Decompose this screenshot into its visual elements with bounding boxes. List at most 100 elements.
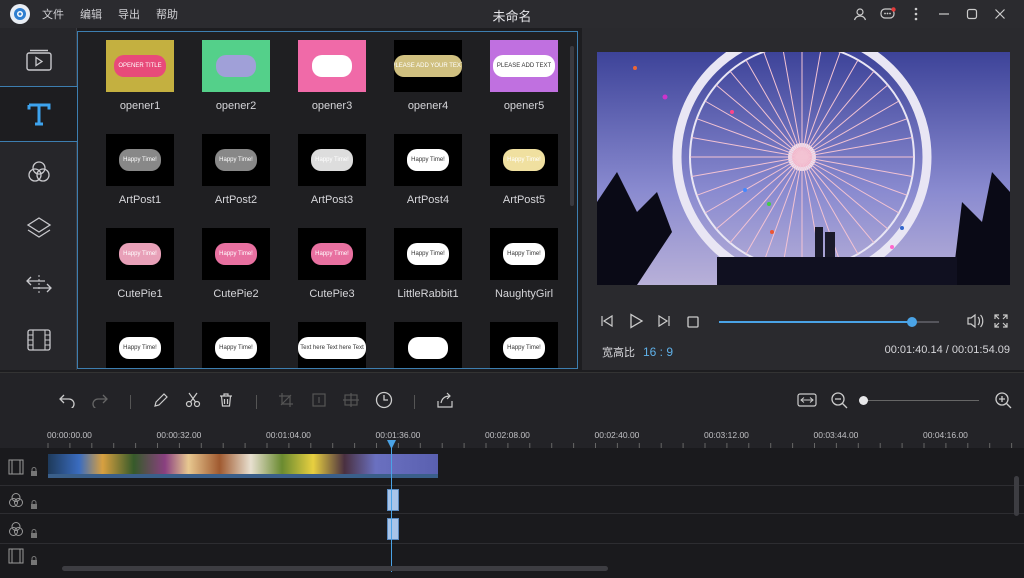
timeline-scrollbar[interactable] <box>62 566 608 571</box>
ruler-tick-label: 00:01:04.00 <box>266 430 311 440</box>
element-track <box>0 544 1024 568</box>
delete-icon[interactable] <box>215 389 237 411</box>
nav-text[interactable] <box>0 86 77 142</box>
template-thumbnail: PLEASE ADD TEXT <box>490 40 558 92</box>
template-item[interactable]: Happy Time! CutePie3 <box>284 228 380 310</box>
template-thumbnail: PLEASE ADD YOUR TEXT <box>394 40 462 92</box>
transitions-icon <box>25 275 52 293</box>
freeze-icon <box>308 389 330 411</box>
template-badge: Happy Time! <box>215 243 257 265</box>
template-badge: Happy Time! <box>119 337 161 359</box>
playhead[interactable] <box>391 440 392 572</box>
stop-icon[interactable] <box>687 315 699 333</box>
template-item[interactable]: Happy Time! <box>188 322 284 368</box>
text-track-1 <box>0 486 1024 514</box>
redo-icon[interactable] <box>89 389 111 411</box>
template-item[interactable]: opener2 <box>188 40 284 122</box>
template-item[interactable]: opener3 <box>284 40 380 122</box>
template-badge: Happy Time! <box>503 243 545 265</box>
nav-transitions[interactable] <box>0 256 77 312</box>
close-icon[interactable] <box>986 4 1014 24</box>
nav-filters[interactable] <box>0 144 77 200</box>
timeline-tracks <box>0 448 1024 578</box>
lock-icon[interactable] <box>30 463 38 481</box>
app-logo-icon <box>10 4 30 24</box>
aspect-label: 宽高比 <box>602 347 635 359</box>
template-badge: PLEASE ADD TEXT <box>492 55 556 77</box>
template-item[interactable]: Happy Time! ArtPost5 <box>476 134 572 216</box>
nav-media[interactable] <box>0 32 77 88</box>
filter-clip[interactable] <box>387 518 399 540</box>
menu-file[interactable]: 文件 <box>42 6 64 22</box>
template-item[interactable]: Happy Time! ArtPost4 <box>380 134 476 216</box>
minimize-icon[interactable] <box>930 4 958 24</box>
zoom-out-icon[interactable] <box>828 389 850 411</box>
zoom-slider[interactable] <box>859 396 979 405</box>
prev-frame-icon[interactable] <box>600 314 614 333</box>
template-label: ArtPost3 <box>310 194 354 206</box>
template-thumbnail: Happy Time! <box>490 322 558 368</box>
user-icon[interactable] <box>846 4 874 24</box>
template-item[interactable]: Happy Time! ArtPost3 <box>284 134 380 216</box>
vertical-scrollbar[interactable] <box>1014 476 1019 516</box>
template-item[interactable]: Happy Time! <box>476 322 572 368</box>
zoom-knob[interactable] <box>859 396 868 405</box>
volume-icon[interactable] <box>966 313 984 334</box>
lock-icon[interactable] <box>30 525 38 543</box>
template-thumbnail: Happy Time! <box>106 134 174 186</box>
nav-overlays[interactable] <box>0 200 77 256</box>
menu-export[interactable]: 导出 <box>118 6 140 22</box>
template-item[interactable]: Happy Time! LittleRabbit1 <box>380 228 476 310</box>
template-item[interactable]: Happy Time! ArtPost2 <box>188 134 284 216</box>
cut-icon[interactable] <box>182 389 204 411</box>
more-icon[interactable] <box>902 4 930 24</box>
progress-track[interactable] <box>719 317 939 327</box>
preview-panel: 宽高比 16 : 9 00:01:40.14 / 00:01:54.09 <box>582 28 1024 370</box>
edit-icon[interactable] <box>150 389 172 411</box>
menu-help[interactable]: 帮助 <box>156 6 178 22</box>
fullscreen-icon[interactable] <box>994 314 1008 333</box>
video-clip[interactable] <box>48 454 438 478</box>
feedback-icon[interactable] <box>874 4 902 24</box>
template-item[interactable]: Happy Time! ArtPost1 <box>92 134 188 216</box>
template-item[interactable]: OPENER TITLE opener1 <box>92 40 188 122</box>
video-track-icon <box>8 459 24 474</box>
template-item[interactable]: Happy Time! NaughtyGirl <box>476 228 572 310</box>
template-label: NaughtyGirl <box>494 288 554 300</box>
library-scrollbar[interactable] <box>570 46 574 206</box>
duration-icon[interactable] <box>373 389 395 411</box>
lock-icon[interactable] <box>30 496 38 514</box>
template-item[interactable]: PLEASE ADD TEXT opener5 <box>476 40 572 122</box>
template-item[interactable]: Happy Time! <box>92 322 188 368</box>
play-icon[interactable] <box>628 313 644 334</box>
text-track-2 <box>0 514 1024 544</box>
nav-elements[interactable] <box>0 312 77 368</box>
menu-edit[interactable]: 编辑 <box>80 6 102 22</box>
lock-icon[interactable] <box>30 552 38 570</box>
template-badge: Happy Time! <box>311 149 353 171</box>
template-item[interactable]: PLEASE ADD YOUR TEXT opener4 <box>380 40 476 122</box>
next-frame-icon[interactable] <box>657 314 671 333</box>
template-item[interactable]: Text here Text here Text <box>284 322 380 368</box>
menu-bar: 文件 编辑 导出 帮助 <box>42 6 194 22</box>
left-nav <box>0 28 77 370</box>
aspect-ratio[interactable]: 宽高比 16 : 9 <box>602 344 673 360</box>
template-item[interactable] <box>380 322 476 368</box>
zoom-in-icon[interactable] <box>992 389 1014 411</box>
aspect-value: 16 : 9 <box>643 345 674 359</box>
template-item[interactable]: Happy Time! CutePie2 <box>188 228 284 310</box>
progress-knob[interactable] <box>906 317 917 327</box>
maximize-icon[interactable] <box>958 4 986 24</box>
undo-icon[interactable] <box>56 389 78 411</box>
filter-clip[interactable] <box>387 489 399 511</box>
timeline-ruler[interactable]: 00:00:00.00 00:00:32.00 00:01:04.00 00:01:3… <box>0 428 1024 448</box>
template-label: opener3 <box>311 100 353 112</box>
template-thumbnail: Happy Time! <box>298 228 366 280</box>
template-label: opener1 <box>119 100 161 112</box>
template-thumbnail <box>202 40 270 92</box>
fit-timeline-icon[interactable] <box>796 389 818 411</box>
export-share-icon[interactable] <box>434 389 456 411</box>
template-badge: Happy Time! <box>215 337 257 359</box>
template-thumbnail: Happy Time! <box>490 228 558 280</box>
template-item[interactable]: Happy Time! CutePie1 <box>92 228 188 310</box>
